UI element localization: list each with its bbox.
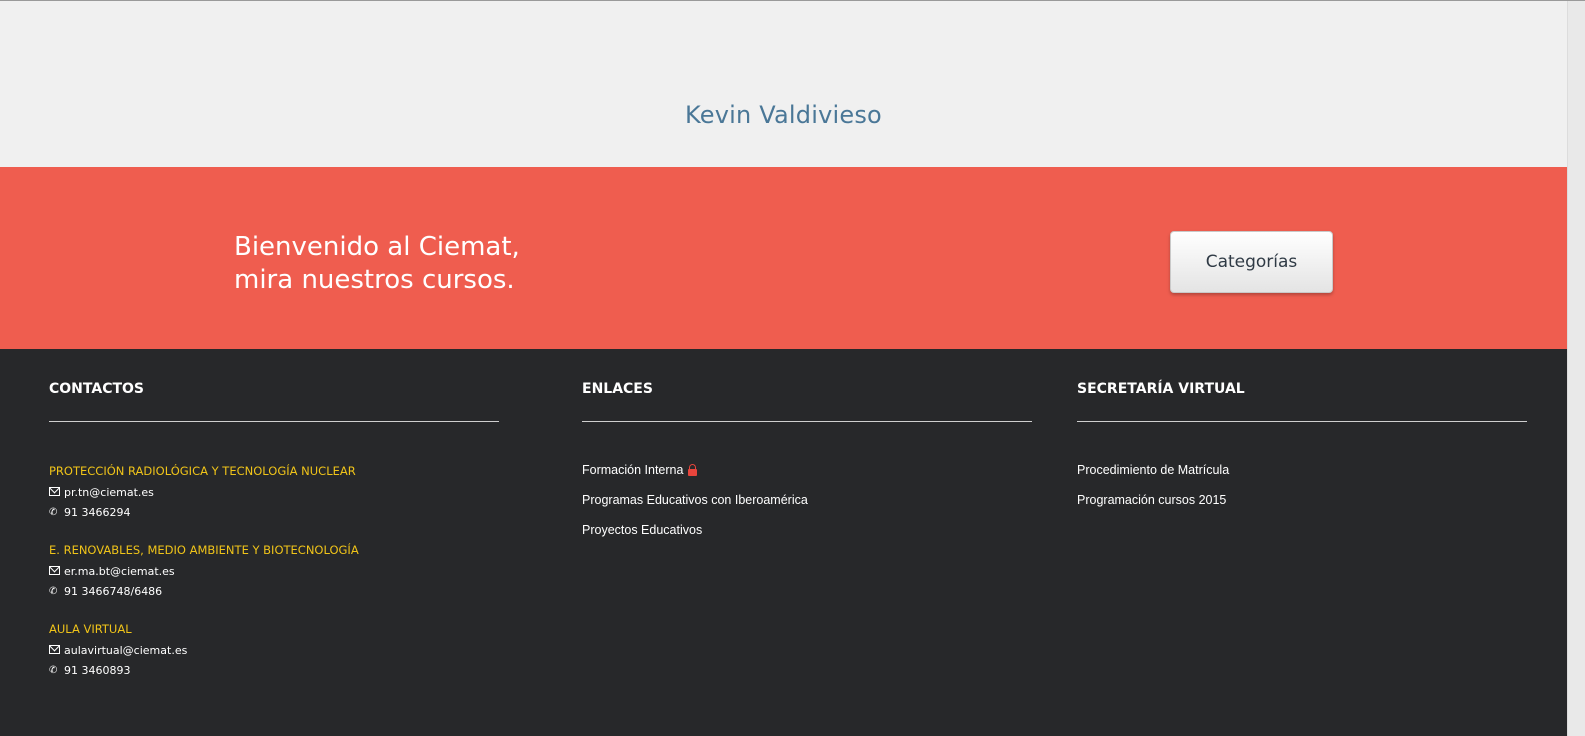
lock-icon — [688, 463, 698, 476]
contact-phone-row: ✆ 91 3466294 — [49, 503, 356, 523]
link-label: Programación cursos 2015 — [1077, 493, 1227, 507]
contact-email-row: er.ma.bt@ciemat.es — [49, 562, 359, 582]
contact-email[interactable]: er.ma.bt@ciemat.es — [64, 565, 175, 579]
welcome-message: Bienvenido al Ciemat, mira nuestros curs… — [234, 231, 520, 297]
user-header: Kevin Valdivieso — [0, 1, 1567, 167]
link-label: Programas Educativos con Iberoamérica — [582, 493, 808, 507]
phone-icon: ✆ — [49, 586, 58, 597]
links-divider — [582, 421, 1032, 422]
phone-icon: ✆ — [49, 665, 58, 676]
contact-group-aula-virtual: AULA VIRTUAL aulavirtual@ciemat.es ✆ 91 … — [49, 621, 187, 681]
secretaria-divider — [1077, 421, 1527, 422]
user-name[interactable]: Kevin Valdivieso — [0, 101, 1567, 129]
link-formacion-interna[interactable]: Formación Interna — [582, 463, 698, 477]
contacts-title: CONTACTOS — [49, 381, 144, 397]
secretaria-title: SECRETARÍA VIRTUAL — [1077, 381, 1245, 397]
link-label: Proyectos Educativos — [582, 523, 703, 537]
contact-email[interactable]: aulavirtual@ciemat.es — [64, 644, 187, 658]
categories-button[interactable]: Categorías — [1170, 231, 1333, 293]
contact-email-row: pr.tn@ciemat.es — [49, 483, 356, 503]
contact-group-title: AULA VIRTUAL — [49, 622, 132, 636]
contact-phone-row: ✆ 91 3460893 — [49, 661, 187, 681]
link-label: Formación Interna — [582, 463, 684, 477]
contact-email[interactable]: pr.tn@ciemat.es — [64, 486, 154, 500]
contact-group-radiologica: PROTECCIÓN RADIOLÓGICA Y TECNOLOGÍA NUCL… — [49, 463, 356, 523]
contact-group-renovables: E. RENOVABLES, MEDIO AMBIENTE Y BIOTECNO… — [49, 542, 359, 602]
welcome-line-2: mira nuestros cursos. — [234, 265, 515, 295]
envelope-icon — [49, 566, 60, 578]
contact-phone: 91 3466748/6486 — [64, 585, 163, 598]
envelope-icon — [49, 645, 60, 657]
site-footer: CONTACTOS PROTECCIÓN RADIOLÓGICA Y TECNO… — [0, 349, 1567, 736]
vertical-scrollbar[interactable] — [1567, 1, 1585, 736]
link-procedimiento-matricula[interactable]: Procedimiento de Matrícula — [1077, 463, 1229, 477]
contacts-divider — [49, 421, 499, 422]
link-programas-iberoamerica[interactable]: Programas Educativos con Iberoamérica — [582, 493, 808, 507]
contact-phone-row: ✆ 91 3466748/6486 — [49, 582, 359, 602]
contact-group-title: E. RENOVABLES, MEDIO AMBIENTE Y BIOTECNO… — [49, 543, 359, 557]
link-proyectos-educativos[interactable]: Proyectos Educativos — [582, 523, 702, 537]
contact-email-row: aulavirtual@ciemat.es — [49, 641, 187, 661]
contact-group-title: PROTECCIÓN RADIOLÓGICA Y TECNOLOGÍA NUCL… — [49, 464, 356, 478]
phone-icon: ✆ — [49, 507, 58, 518]
contact-phone: 91 3460893 — [64, 664, 131, 677]
links-title: ENLACES — [582, 381, 653, 397]
contact-phone: 91 3466294 — [64, 506, 131, 519]
link-label: Procedimiento de Matrícula — [1077, 463, 1230, 477]
link-programacion-cursos[interactable]: Programación cursos 2015 — [1077, 493, 1226, 507]
welcome-banner: Bienvenido al Ciemat, mira nuestros curs… — [0, 167, 1567, 349]
welcome-line-1: Bienvenido al Ciemat, — [234, 232, 520, 262]
envelope-icon — [49, 487, 60, 499]
